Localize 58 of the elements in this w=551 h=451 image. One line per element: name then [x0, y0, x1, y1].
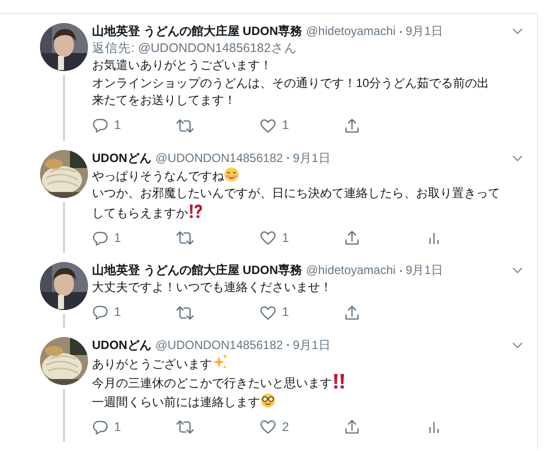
caret-icon[interactable]	[512, 267, 523, 274]
heart-icon	[260, 231, 276, 245]
tweet-date[interactable]: 9月1日	[292, 336, 330, 354]
reply-to-label: 返信先:	[92, 41, 136, 55]
separator-dot-icon	[400, 30, 402, 33]
analytics-icon	[428, 231, 440, 245]
retweet-icon	[176, 231, 194, 245]
separator-dot-icon	[286, 157, 289, 160]
tweet-text: 大丈夫ですよ！いつでも連絡くださいませ！	[92, 279, 333, 296]
reply-icon	[92, 305, 108, 320]
reply-button[interactable]: 1	[92, 116, 176, 135]
like-button[interactable]: 1	[260, 303, 344, 322]
tweet-text: やっぱりそうなんですね いつか、お邪魔したいんですが、日にち決めて連絡したら、お取り置きってしてもらえますか	[92, 166, 500, 222]
author-name[interactable]: UDONどん	[92, 336, 152, 354]
retweet-icon	[176, 306, 194, 320]
heart-icon	[260, 306, 276, 320]
nerd-face-icon	[260, 392, 276, 408]
caret-icon[interactable]	[512, 28, 523, 36]
caret-icon[interactable]	[512, 342, 523, 349]
author-handle: @UDONDON14856182	[155, 336, 283, 354]
like-button[interactable]: 1	[260, 228, 344, 248]
analytics-icon	[428, 420, 440, 434]
sparkles-icon	[212, 354, 228, 370]
retweet-icon	[176, 420, 194, 434]
reply-icon	[92, 420, 108, 434]
separator-dot-icon	[286, 344, 289, 346]
reply-button[interactable]: 1	[92, 418, 176, 436]
like-button[interactable]: 2	[260, 418, 344, 436]
caret-icon[interactable]	[512, 154, 523, 162]
author-handle: @hidetoyamachi	[306, 23, 396, 40]
reply-to-suffix: さん	[270, 41, 297, 55]
share-icon	[344, 304, 360, 320]
share-icon	[344, 230, 360, 246]
author-handle: @hidetoyamachi	[306, 262, 396, 279]
author-name[interactable]: UDONどん	[92, 150, 152, 166]
reply-icon	[92, 230, 108, 246]
heart-icon	[260, 118, 276, 132]
exclamation-question-icon	[188, 202, 203, 218]
tweet-text: ありがとうございます 今月の三連休のどこかで行きたいと思います 一週間くらい前には連絡します	[92, 354, 500, 411]
separator-dot-icon	[400, 270, 402, 272]
tweet-date[interactable]: 9月1日	[292, 150, 330, 166]
share-icon	[344, 419, 360, 435]
heart-icon	[260, 420, 276, 434]
tweet-date[interactable]: 9月1日	[406, 23, 443, 40]
author-name[interactable]: 山地英登 うどんの館大庄屋 UDON専務	[92, 262, 302, 279]
reply-icon	[92, 118, 108, 133]
tweet-date[interactable]: 9月1日	[406, 262, 443, 279]
reply-button[interactable]: 1	[92, 228, 176, 248]
reply-button[interactable]: 1	[92, 303, 176, 322]
author-name[interactable]: 山地英登 うどんの館大庄屋 UDON専務	[92, 23, 302, 40]
double-exclamation-icon	[332, 373, 346, 389]
share-icon	[344, 118, 360, 134]
mention-link[interactable]: @UDONDON14856182	[138, 41, 271, 55]
tweet-text: お気遣いありがとうございます！ オンラインショップのうどんは、その通りです！10分うどん茹でる前の出来たてをお送りしてます！	[92, 57, 490, 109]
retweet-icon	[176, 118, 194, 132]
author-handle: @UDONDON14856182	[155, 150, 283, 166]
smiling-face-icon	[224, 166, 239, 182]
like-button[interactable]: 1	[260, 116, 344, 135]
